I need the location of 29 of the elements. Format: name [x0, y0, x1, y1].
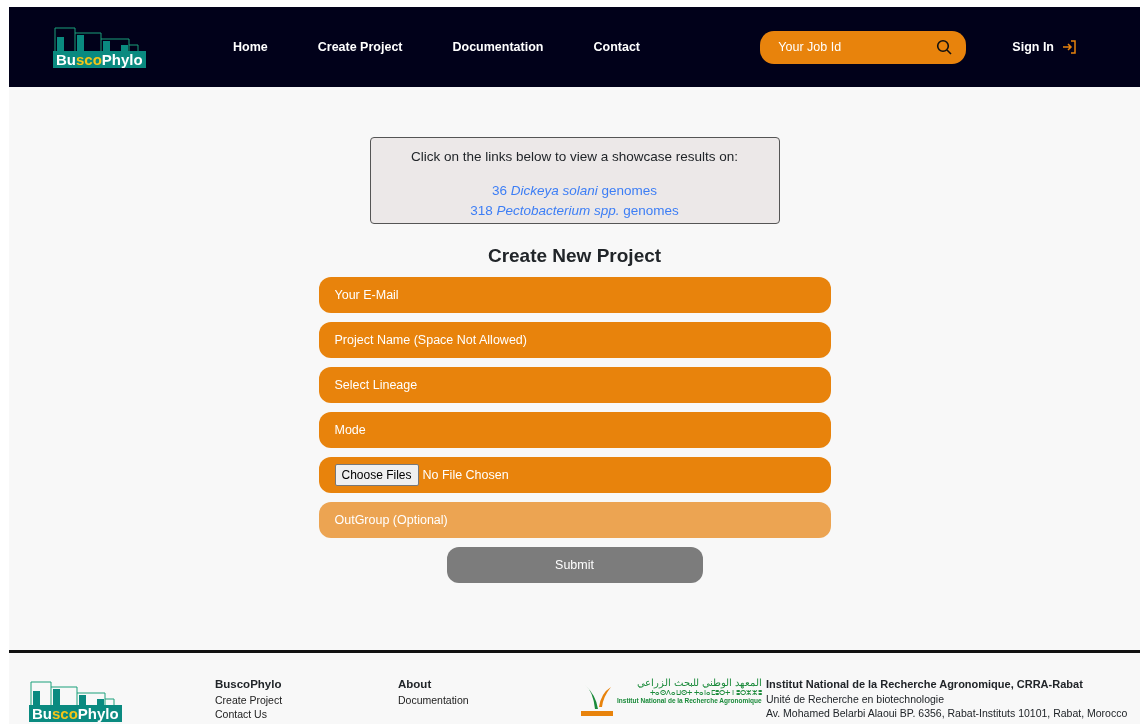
search-icon[interactable] — [936, 39, 953, 55]
file-status: No File Chosen — [422, 466, 509, 484]
submit-button[interactable]: Submit — [446, 546, 703, 583]
footer-link[interactable]: Documentation — [398, 692, 581, 707]
job-id-search-field[interactable]: Your Job Id — [760, 30, 967, 64]
address-line: Unité de Recherche en biotechnologie — [766, 691, 945, 706]
job-id-input[interactable]: Your Job Id — [776, 36, 927, 58]
text-field[interactable]: Project Name (Space Not Allowed) — [318, 321, 831, 358]
sign-in-link[interactable]: Sign In — [1012, 37, 1078, 57]
logo[interactable]: BuscoPhylo — [53, 26, 143, 68]
nav-link[interactable]: Home — [233, 37, 268, 57]
text-field[interactable]: Your E-Mail — [318, 276, 831, 313]
footer-link[interactable]: Contact Us — [215, 706, 398, 721]
sign-in-icon — [1062, 39, 1078, 55]
showcase-intro: Click on the links below to view a showcase results on: — [409, 148, 740, 166]
address-line: Av. Mohamed Belarbi Alaoui BP. 6356, Rabat-Instituts 10101, Rabat, Morocco — [766, 706, 1128, 721]
logo-text: BuscoPhylo — [53, 50, 146, 68]
form-title: Create New Project — [486, 244, 663, 269]
institute-arabic-name: المعهد الوطني للبحث الزراعي — [637, 677, 762, 689]
footer-heading: About — [398, 677, 433, 692]
file-field[interactable]: Choose Files No File Chosen — [318, 456, 831, 493]
footer-heading: BuscoPhylo — [215, 677, 283, 692]
address-line: Institut National de la Recherche Agronomique, CRRA-Rabat — [766, 677, 1083, 692]
nav-link[interactable]: Documentation — [452, 37, 544, 57]
choose-files-button[interactable]: Choose Files — [334, 463, 419, 486]
nav-link[interactable]: Create Project — [317, 37, 403, 57]
logo-text: BuscoPhylo — [29, 705, 122, 722]
footer-link[interactable]: Create Project — [215, 692, 398, 707]
nav-link[interactable]: Contact — [593, 37, 640, 57]
